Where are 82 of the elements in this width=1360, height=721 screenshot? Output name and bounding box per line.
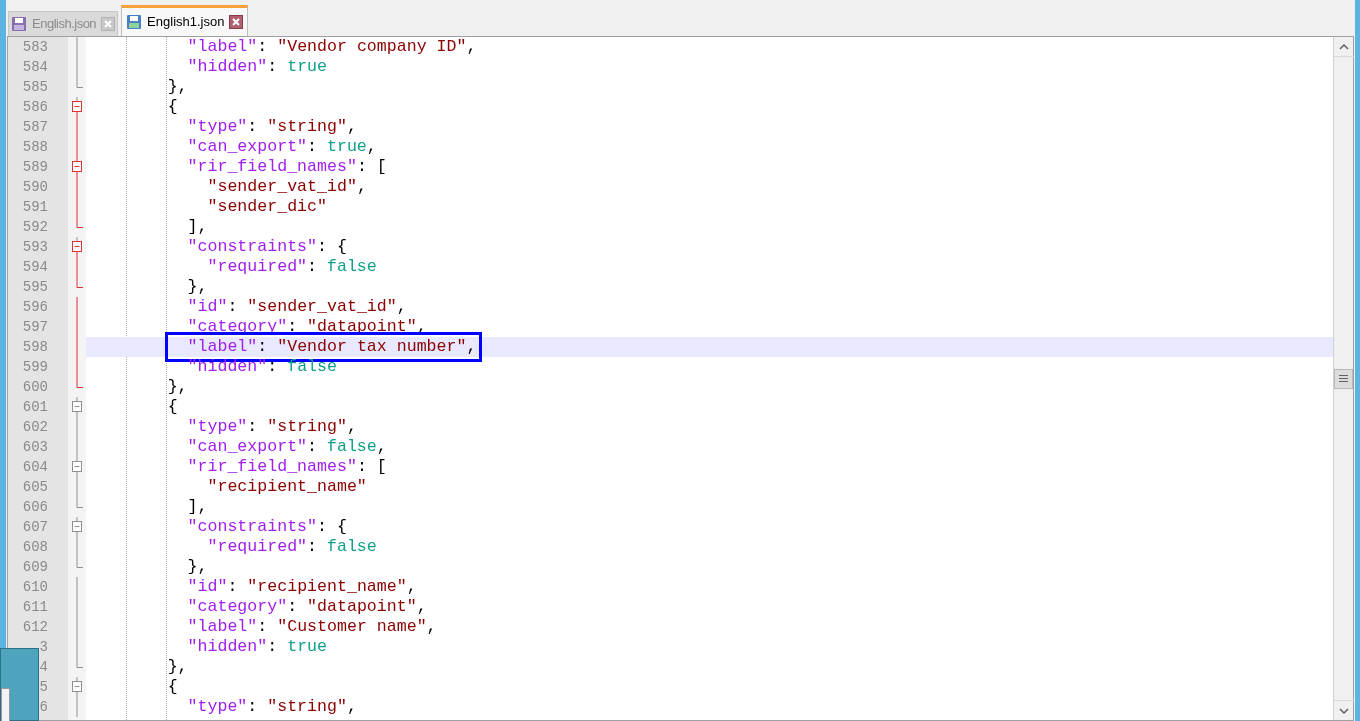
line-number: 6 — [39, 699, 48, 715]
line-number: 591 — [22, 199, 48, 215]
line-number: 594 — [22, 259, 48, 275]
scroll-thumb[interactable] — [1334, 368, 1353, 389]
code-line: }, — [166, 377, 188, 397]
grip-icon — [1339, 375, 1348, 382]
code-line: "hidden": false — [186, 357, 337, 377]
line-number: 596 — [22, 299, 48, 315]
chevron-up-icon — [1338, 43, 1349, 50]
chevron-down-icon — [1338, 707, 1349, 714]
code-line: "label": "Customer name", — [186, 617, 437, 637]
line-number: 606 — [22, 499, 48, 515]
collapse-icon[interactable] — [72, 517, 82, 537]
line-number: 584 — [22, 59, 48, 75]
window-thumbnail[interactable] — [0, 648, 39, 721]
code-line: "label": "Vendor company ID", — [186, 37, 477, 57]
code-line: "type": "string", — [186, 697, 357, 717]
line-number: 5 — [39, 679, 48, 695]
code-line: "rir_field_names": [ — [186, 157, 387, 177]
line-number: 605 — [22, 479, 48, 495]
code-line: { — [166, 97, 178, 117]
code-line: ], — [186, 217, 208, 237]
line-number: 599 — [22, 359, 48, 375]
code-line: "constraints": { — [186, 517, 347, 537]
line-number: 585 — [22, 79, 48, 95]
code-line: "rir_field_names": [ — [186, 457, 387, 477]
line-number: 588 — [22, 139, 48, 155]
line-number: 593 — [22, 239, 48, 255]
close-icon[interactable] — [229, 15, 244, 29]
line-number: 592 — [22, 219, 48, 235]
code-line: { — [166, 397, 178, 417]
line-number: 598 — [22, 339, 48, 355]
line-number: 583 — [22, 39, 48, 55]
code-line: "constraints": { — [186, 237, 347, 257]
collapse-icon[interactable] — [72, 97, 82, 117]
code-line: "hidden": true — [186, 57, 327, 77]
line-number: 602 — [22, 419, 48, 435]
file-tab[interactable]: English1.json — [121, 5, 249, 36]
line-number: 604 — [22, 459, 48, 475]
line-number: 590 — [22, 179, 48, 195]
code-line: }, — [186, 277, 208, 297]
code-line: "can_export": false, — [186, 437, 387, 457]
code-line: "required": false — [206, 537, 377, 557]
line-number: 609 — [22, 559, 48, 575]
collapse-icon[interactable] — [72, 237, 82, 257]
code-line: "sender_dic" — [206, 197, 327, 217]
line-number: 586 — [22, 99, 48, 115]
line-number: 600 — [22, 379, 48, 395]
code-line: "sender_vat_id", — [206, 177, 367, 197]
code-line: "type": "string", — [186, 417, 357, 437]
collapse-icon[interactable] — [72, 677, 82, 697]
code-line: "hidden": true — [186, 637, 327, 657]
line-number: 3 — [39, 639, 48, 655]
line-number: 608 — [22, 539, 48, 555]
code-line: "required": false — [206, 257, 377, 277]
vertical-scrollbar[interactable] — [1333, 37, 1353, 720]
code-line: { — [166, 677, 178, 697]
line-number: 4 — [39, 659, 48, 675]
line-number: 607 — [22, 519, 48, 535]
line-number: 589 — [22, 159, 48, 175]
collapse-icon[interactable] — [72, 157, 82, 177]
code-line: "category": "datapoint", — [186, 597, 427, 617]
collapse-icon[interactable] — [72, 397, 82, 417]
code-line: }, — [186, 557, 208, 577]
code-line: "id": "sender_vat_id", — [186, 297, 407, 317]
code-line: ], — [186, 497, 208, 517]
line-number: 612 — [22, 619, 48, 635]
collapse-icon[interactable] — [72, 457, 82, 477]
line-number: 601 — [22, 399, 48, 415]
code-line: }, — [166, 657, 188, 677]
code-line: "id": "recipient_name", — [186, 577, 417, 597]
line-number: 610 — [22, 579, 48, 595]
line-number: 611 — [22, 599, 48, 615]
line-number: 595 — [22, 279, 48, 295]
code-line: "recipient_name" — [206, 477, 367, 497]
code-line: "can_export": true, — [186, 137, 377, 157]
line-number: 597 — [22, 319, 48, 335]
code-line: "type": "string", — [186, 117, 357, 137]
line-number: 587 — [22, 119, 48, 135]
code-line: }, — [166, 77, 188, 97]
line-number: 603 — [22, 439, 48, 455]
code-line: "label": "Vendor tax number", — [88, 337, 477, 357]
